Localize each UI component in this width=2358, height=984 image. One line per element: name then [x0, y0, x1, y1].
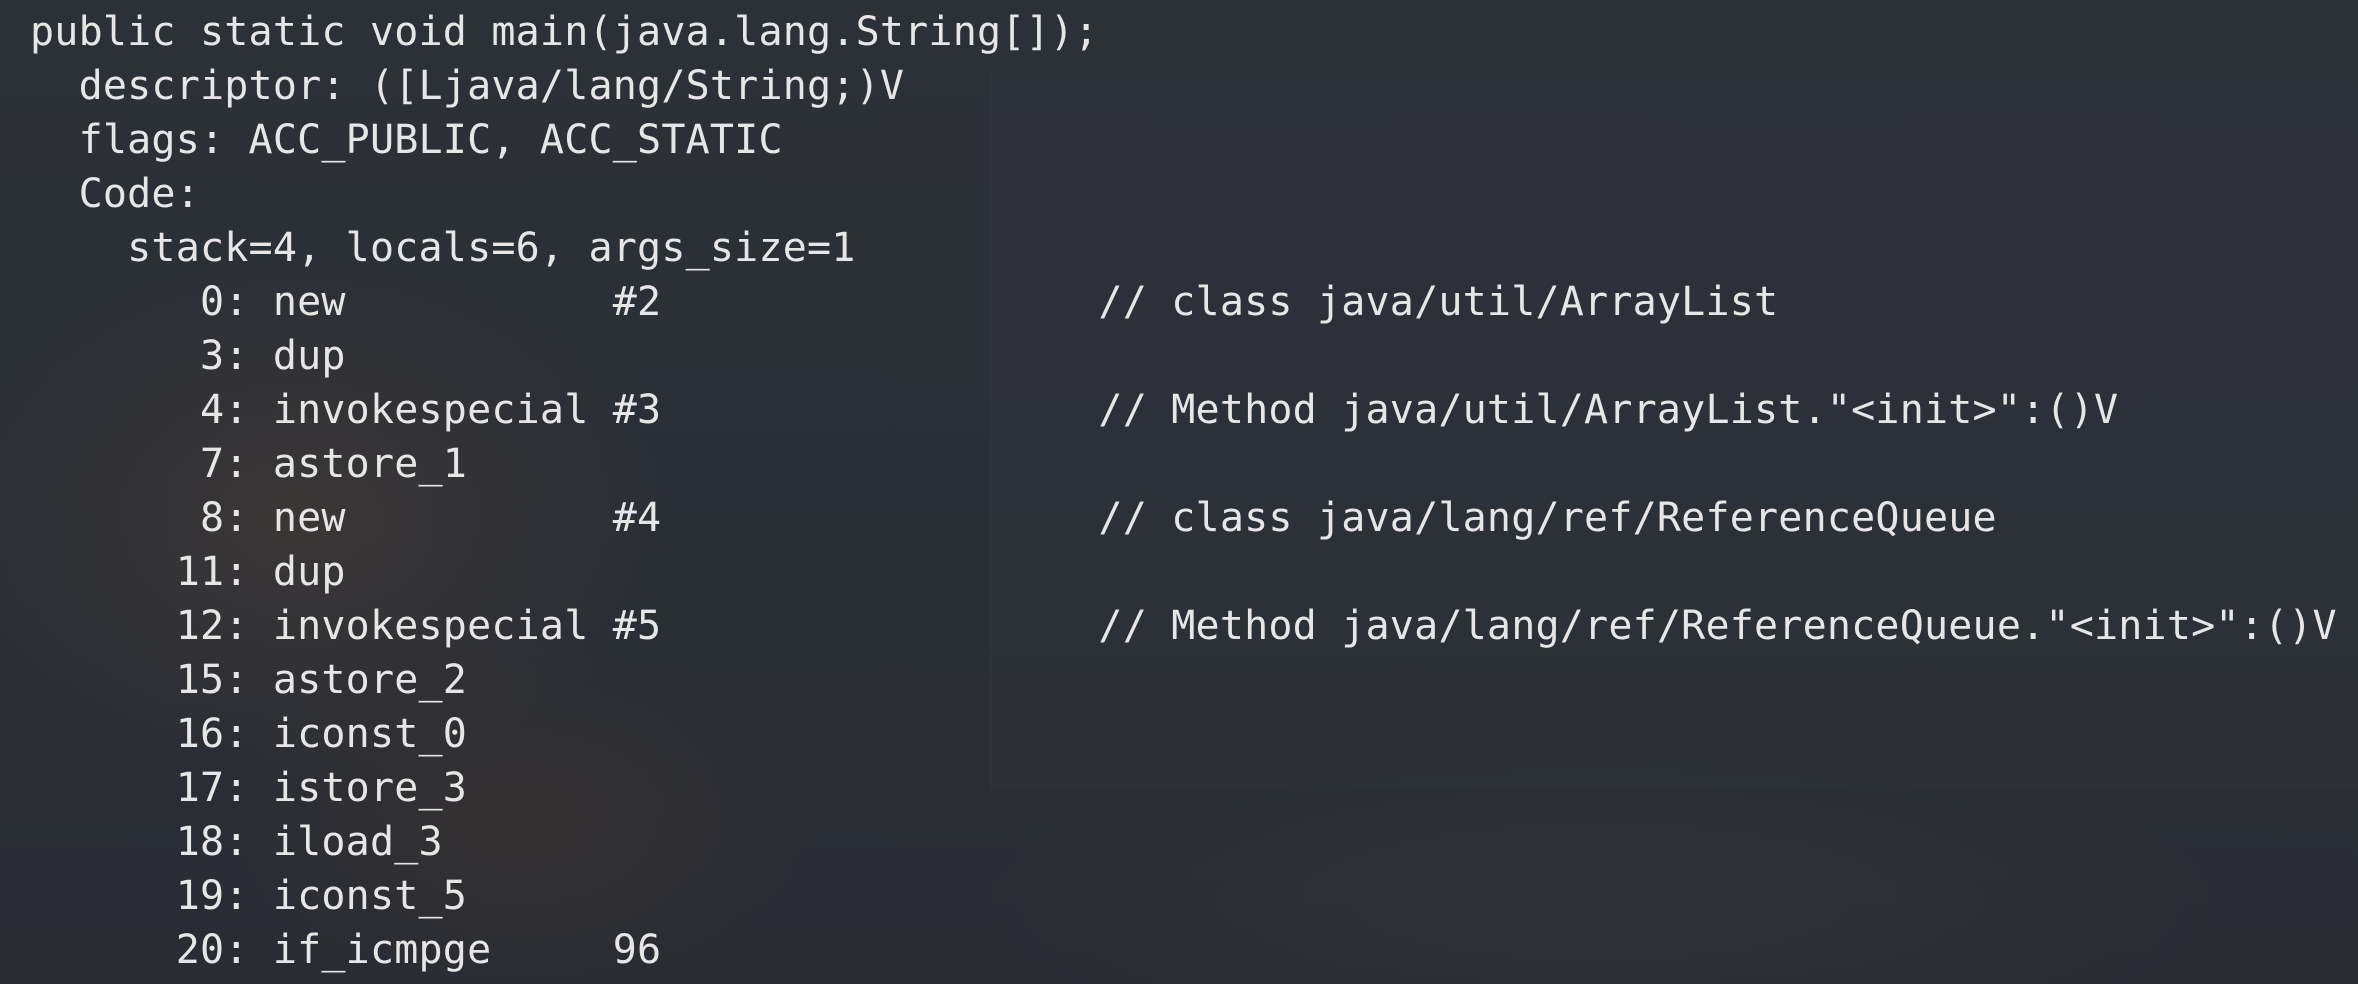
- bytecode-line: stack=4, locals=6, args_size=1: [30, 225, 856, 271]
- bytecode-line: 4: invokespecial #3 // Method java/util/…: [30, 387, 2119, 433]
- bytecode-line: 11: dup: [30, 549, 346, 595]
- terminal-output: public static void main(java.lang.String…: [0, 0, 2358, 984]
- bytecode-line: 18: iload_3: [30, 819, 443, 865]
- bytecode-line: 19: iconst_5: [30, 873, 468, 919]
- bytecode-line: descriptor: ([Ljava/lang/String;)V: [30, 63, 905, 109]
- bytecode-line: 20: if_icmpge 96: [30, 927, 662, 973]
- bytecode-line: 3: dup: [30, 333, 346, 379]
- bytecode-line: 7: astore_1: [30, 441, 468, 487]
- bytecode-line: 16: iconst_0: [30, 711, 468, 757]
- bytecode-line: flags: ACC_PUBLIC, ACC_STATIC: [30, 117, 783, 163]
- bytecode-line: 0: new #2 // class java/util/ArrayList: [30, 279, 1779, 325]
- bytecode-line: 8: new #4 // class java/lang/ref/Referen…: [30, 495, 1997, 541]
- bytecode-line: 17: istore_3: [30, 765, 468, 811]
- bytecode-line: 15: astore_2: [30, 657, 468, 703]
- bytecode-line: public static void main(java.lang.String…: [30, 9, 1099, 55]
- bytecode-line: Code:: [30, 171, 200, 217]
- bytecode-line: 12: invokespecial #5 // Method java/lang…: [30, 603, 2337, 649]
